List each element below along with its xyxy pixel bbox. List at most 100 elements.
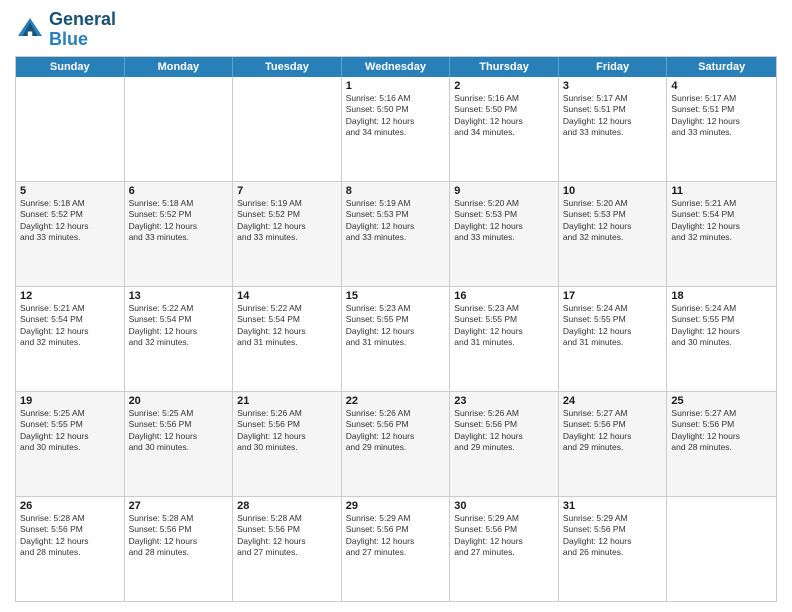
empty-cell — [125, 77, 234, 181]
day-cell-16: 16Sunrise: 5:23 AM Sunset: 5:55 PM Dayli… — [450, 287, 559, 391]
day-info: Sunrise: 5:25 AM Sunset: 5:55 PM Dayligh… — [20, 408, 120, 454]
day-info: Sunrise: 5:26 AM Sunset: 5:56 PM Dayligh… — [454, 408, 554, 454]
day-info: Sunrise: 5:29 AM Sunset: 5:56 PM Dayligh… — [454, 513, 554, 559]
day-cell-12: 12Sunrise: 5:21 AM Sunset: 5:54 PM Dayli… — [16, 287, 125, 391]
day-number: 14 — [237, 290, 337, 302]
logo-icon — [15, 15, 45, 45]
day-cell-22: 22Sunrise: 5:26 AM Sunset: 5:56 PM Dayli… — [342, 392, 451, 496]
day-info: Sunrise: 5:21 AM Sunset: 5:54 PM Dayligh… — [671, 198, 772, 244]
header: General Blue — [15, 10, 777, 50]
day-info: Sunrise: 5:23 AM Sunset: 5:55 PM Dayligh… — [454, 303, 554, 349]
day-info: Sunrise: 5:17 AM Sunset: 5:51 PM Dayligh… — [563, 93, 663, 139]
header-day-wednesday: Wednesday — [342, 57, 451, 77]
day-info: Sunrise: 5:22 AM Sunset: 5:54 PM Dayligh… — [237, 303, 337, 349]
calendar-body: 1Sunrise: 5:16 AM Sunset: 5:50 PM Daylig… — [16, 77, 776, 601]
day-cell-17: 17Sunrise: 5:24 AM Sunset: 5:55 PM Dayli… — [559, 287, 668, 391]
day-number: 5 — [20, 185, 120, 197]
week-row-2: 5Sunrise: 5:18 AM Sunset: 5:52 PM Daylig… — [16, 181, 776, 286]
day-number: 7 — [237, 185, 337, 197]
day-info: Sunrise: 5:18 AM Sunset: 5:52 PM Dayligh… — [20, 198, 120, 244]
day-number: 31 — [563, 500, 663, 512]
day-number: 3 — [563, 80, 663, 92]
day-number: 21 — [237, 395, 337, 407]
day-cell-13: 13Sunrise: 5:22 AM Sunset: 5:54 PM Dayli… — [125, 287, 234, 391]
day-cell-11: 11Sunrise: 5:21 AM Sunset: 5:54 PM Dayli… — [667, 182, 776, 286]
day-cell-20: 20Sunrise: 5:25 AM Sunset: 5:56 PM Dayli… — [125, 392, 234, 496]
day-number: 1 — [346, 80, 446, 92]
day-cell-9: 9Sunrise: 5:20 AM Sunset: 5:53 PM Daylig… — [450, 182, 559, 286]
day-cell-31: 31Sunrise: 5:29 AM Sunset: 5:56 PM Dayli… — [559, 497, 668, 601]
day-number: 13 — [129, 290, 229, 302]
day-number: 16 — [454, 290, 554, 302]
header-day-saturday: Saturday — [667, 57, 776, 77]
day-cell-24: 24Sunrise: 5:27 AM Sunset: 5:56 PM Dayli… — [559, 392, 668, 496]
day-info: Sunrise: 5:23 AM Sunset: 5:55 PM Dayligh… — [346, 303, 446, 349]
day-number: 15 — [346, 290, 446, 302]
calendar-header: SundayMondayTuesdayWednesdayThursdayFrid… — [16, 57, 776, 77]
day-number: 12 — [20, 290, 120, 302]
week-row-1: 1Sunrise: 5:16 AM Sunset: 5:50 PM Daylig… — [16, 77, 776, 181]
day-cell-28: 28Sunrise: 5:28 AM Sunset: 5:56 PM Dayli… — [233, 497, 342, 601]
calendar: SundayMondayTuesdayWednesdayThursdayFrid… — [15, 56, 777, 602]
day-cell-7: 7Sunrise: 5:19 AM Sunset: 5:52 PM Daylig… — [233, 182, 342, 286]
empty-cell — [16, 77, 125, 181]
logo-text: General Blue — [49, 10, 116, 50]
day-info: Sunrise: 5:28 AM Sunset: 5:56 PM Dayligh… — [237, 513, 337, 559]
logo: General Blue — [15, 10, 116, 50]
day-cell-26: 26Sunrise: 5:28 AM Sunset: 5:56 PM Dayli… — [16, 497, 125, 601]
day-cell-8: 8Sunrise: 5:19 AM Sunset: 5:53 PM Daylig… — [342, 182, 451, 286]
header-day-monday: Monday — [125, 57, 234, 77]
day-info: Sunrise: 5:27 AM Sunset: 5:56 PM Dayligh… — [563, 408, 663, 454]
week-row-4: 19Sunrise: 5:25 AM Sunset: 5:55 PM Dayli… — [16, 391, 776, 496]
day-number: 26 — [20, 500, 120, 512]
header-day-sunday: Sunday — [16, 57, 125, 77]
day-number: 19 — [20, 395, 120, 407]
day-info: Sunrise: 5:18 AM Sunset: 5:52 PM Dayligh… — [129, 198, 229, 244]
day-cell-2: 2Sunrise: 5:16 AM Sunset: 5:50 PM Daylig… — [450, 77, 559, 181]
day-cell-25: 25Sunrise: 5:27 AM Sunset: 5:56 PM Dayli… — [667, 392, 776, 496]
day-info: Sunrise: 5:17 AM Sunset: 5:51 PM Dayligh… — [671, 93, 772, 139]
day-cell-30: 30Sunrise: 5:29 AM Sunset: 5:56 PM Dayli… — [450, 497, 559, 601]
day-number: 9 — [454, 185, 554, 197]
day-number: 22 — [346, 395, 446, 407]
day-info: Sunrise: 5:26 AM Sunset: 5:56 PM Dayligh… — [346, 408, 446, 454]
week-row-5: 26Sunrise: 5:28 AM Sunset: 5:56 PM Dayli… — [16, 496, 776, 601]
day-cell-19: 19Sunrise: 5:25 AM Sunset: 5:55 PM Dayli… — [16, 392, 125, 496]
day-number: 30 — [454, 500, 554, 512]
day-info: Sunrise: 5:22 AM Sunset: 5:54 PM Dayligh… — [129, 303, 229, 349]
day-number: 27 — [129, 500, 229, 512]
day-info: Sunrise: 5:19 AM Sunset: 5:53 PM Dayligh… — [346, 198, 446, 244]
empty-cell — [233, 77, 342, 181]
header-day-friday: Friday — [559, 57, 668, 77]
day-cell-29: 29Sunrise: 5:29 AM Sunset: 5:56 PM Dayli… — [342, 497, 451, 601]
day-cell-5: 5Sunrise: 5:18 AM Sunset: 5:52 PM Daylig… — [16, 182, 125, 286]
day-info: Sunrise: 5:28 AM Sunset: 5:56 PM Dayligh… — [20, 513, 120, 559]
day-number: 17 — [563, 290, 663, 302]
day-number: 25 — [671, 395, 772, 407]
day-number: 2 — [454, 80, 554, 92]
day-info: Sunrise: 5:29 AM Sunset: 5:56 PM Dayligh… — [563, 513, 663, 559]
day-number: 28 — [237, 500, 337, 512]
day-cell-27: 27Sunrise: 5:28 AM Sunset: 5:56 PM Dayli… — [125, 497, 234, 601]
day-info: Sunrise: 5:16 AM Sunset: 5:50 PM Dayligh… — [346, 93, 446, 139]
day-cell-23: 23Sunrise: 5:26 AM Sunset: 5:56 PM Dayli… — [450, 392, 559, 496]
day-number: 23 — [454, 395, 554, 407]
week-row-3: 12Sunrise: 5:21 AM Sunset: 5:54 PM Dayli… — [16, 286, 776, 391]
day-info: Sunrise: 5:20 AM Sunset: 5:53 PM Dayligh… — [454, 198, 554, 244]
day-number: 24 — [563, 395, 663, 407]
day-number: 8 — [346, 185, 446, 197]
day-cell-14: 14Sunrise: 5:22 AM Sunset: 5:54 PM Dayli… — [233, 287, 342, 391]
header-day-tuesday: Tuesday — [233, 57, 342, 77]
day-cell-3: 3Sunrise: 5:17 AM Sunset: 5:51 PM Daylig… — [559, 77, 668, 181]
day-info: Sunrise: 5:29 AM Sunset: 5:56 PM Dayligh… — [346, 513, 446, 559]
day-cell-10: 10Sunrise: 5:20 AM Sunset: 5:53 PM Dayli… — [559, 182, 668, 286]
day-info: Sunrise: 5:20 AM Sunset: 5:53 PM Dayligh… — [563, 198, 663, 244]
day-info: Sunrise: 5:27 AM Sunset: 5:56 PM Dayligh… — [671, 408, 772, 454]
day-info: Sunrise: 5:16 AM Sunset: 5:50 PM Dayligh… — [454, 93, 554, 139]
day-info: Sunrise: 5:21 AM Sunset: 5:54 PM Dayligh… — [20, 303, 120, 349]
day-number: 4 — [671, 80, 772, 92]
day-cell-21: 21Sunrise: 5:26 AM Sunset: 5:56 PM Dayli… — [233, 392, 342, 496]
day-cell-1: 1Sunrise: 5:16 AM Sunset: 5:50 PM Daylig… — [342, 77, 451, 181]
day-cell-4: 4Sunrise: 5:17 AM Sunset: 5:51 PM Daylig… — [667, 77, 776, 181]
day-number: 20 — [129, 395, 229, 407]
